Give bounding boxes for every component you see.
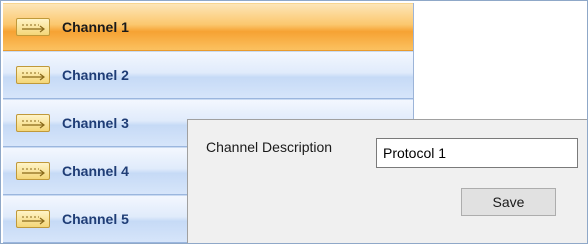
channel-connector-icon: [16, 18, 50, 36]
channel-item-label: Channel 1: [62, 19, 129, 35]
save-button[interactable]: Save: [461, 188, 556, 216]
channel-item-2[interactable]: Channel 2: [3, 51, 413, 99]
channel-item-label: Channel 3: [62, 115, 129, 131]
channel-connector-icon: [16, 162, 50, 180]
channel-connector-icon: [16, 66, 50, 84]
channel-connector-icon: [16, 114, 50, 132]
channel-description-input[interactable]: [376, 138, 578, 168]
channel-item-label: Channel 4: [62, 163, 129, 179]
channel-window: Channel 1 Channel 2 Channel 3 Channel 4 …: [0, 0, 588, 244]
channel-item-label: Channel 5: [62, 211, 129, 227]
channel-description-panel: Channel Description Save: [187, 119, 587, 243]
channel-connector-icon: [16, 210, 50, 228]
channel-description-label: Channel Description: [206, 139, 333, 155]
channel-item-label: Channel 2: [62, 67, 129, 83]
channel-item-1[interactable]: Channel 1: [3, 3, 413, 51]
